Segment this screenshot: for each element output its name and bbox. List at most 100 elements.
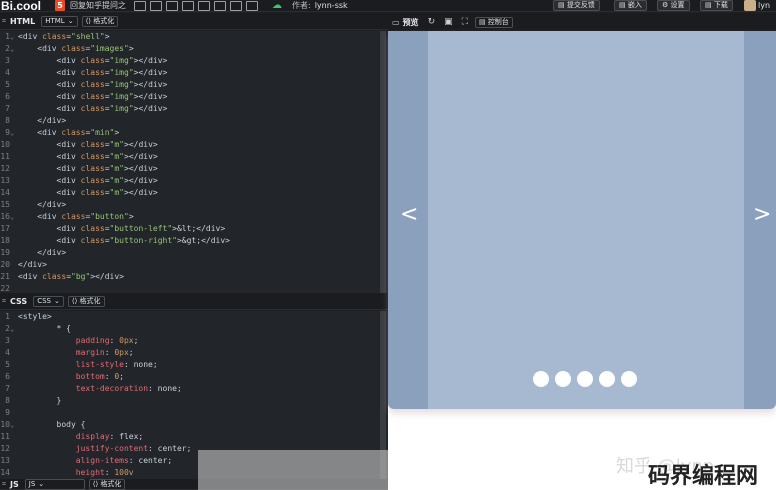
carousel-dot[interactable] <box>621 371 637 387</box>
line-number: 14 <box>0 468 10 477</box>
carousel-dot[interactable] <box>577 371 593 387</box>
embed-button[interactable]: ▤ 嵌入 <box>614 0 647 11</box>
code-line[interactable]: 19 </div> <box>0 247 380 259</box>
overlay-box <box>198 450 388 490</box>
line-number: 12 <box>0 444 10 453</box>
code-line[interactable]: 9⌄ <div class="min"> <box>0 127 380 139</box>
code-line[interactable]: 5 <div class="img"></div> <box>0 79 380 91</box>
screenshot-icon[interactable]: ▣ <box>444 17 453 27</box>
download-button[interactable]: ▤ 下载 <box>700 0 733 11</box>
fold-chevron-icon[interactable]: ⌄ <box>10 211 18 223</box>
author-name[interactable]: lynn-ssk <box>315 1 348 10</box>
code-line[interactable]: 16⌄ <div class="button"> <box>0 211 380 223</box>
html-editor-scrollbar[interactable] <box>380 31 386 293</box>
code-line[interactable]: 4 <div class="img"></div> <box>0 67 380 79</box>
layout-icon[interactable] <box>182 0 194 11</box>
carousel-slide <box>428 31 744 409</box>
carousel-dot[interactable] <box>555 371 571 387</box>
code-text: <div class="m"></div> <box>18 188 158 197</box>
app-logo[interactable]: Bi.cool <box>1 0 51 12</box>
layout-icon[interactable] <box>198 0 210 11</box>
code-line[interactable]: 20 </div> <box>0 259 380 271</box>
code-text: <div class="min"> <box>18 128 120 137</box>
fold-chevron-icon[interactable]: ⌄ <box>10 323 18 335</box>
code-line[interactable]: 7 text-decoration: none; <box>0 383 380 395</box>
code-line[interactable]: 2⌄ <div class="images"> <box>0 43 380 55</box>
user-name[interactable]: lyn <box>758 0 770 11</box>
settings-button-label: 设置 <box>670 1 685 9</box>
preview-frame: < > <box>388 31 776 490</box>
line-number: 7 <box>5 104 10 113</box>
fold-chevron-icon[interactable]: ⌄ <box>10 43 18 55</box>
carousel-dot[interactable] <box>533 371 549 387</box>
code-line[interactable]: 6 <div class="img"></div> <box>0 91 380 103</box>
line-number: 22 <box>0 284 10 293</box>
line-number: 10 <box>0 140 10 149</box>
layout-switcher <box>134 0 258 11</box>
fold-chevron-icon[interactable]: ⌄ <box>10 419 18 431</box>
line-number: 4 <box>5 348 10 357</box>
code-line[interactable]: 9 <box>0 407 380 419</box>
project-title[interactable]: 回复知乎提问之 <box>70 0 126 11</box>
layout-icon[interactable] <box>134 0 146 11</box>
fullscreen-icon[interactable]: ⛶ <box>462 17 468 27</box>
code-line[interactable]: 12 <div class="m"></div> <box>0 163 380 175</box>
top-bar: Bi.cool 5 回复知乎提问之 ☁ 作者: lynn-ssk ▤ 提交反馈 … <box>0 0 776 12</box>
code-line[interactable]: 8 </div> <box>0 115 380 127</box>
code-line[interactable]: 3 <div class="img"></div> <box>0 55 380 67</box>
code-line[interactable]: 11 <div class="m"></div> <box>0 151 380 163</box>
line-number: 14 <box>0 188 10 197</box>
code-line[interactable]: 2⌄ * { <box>0 323 380 335</box>
code-line[interactable]: 17 <div class="button-left">&lt;</div> <box>0 223 380 235</box>
carousel-prev-button[interactable]: < <box>400 203 418 227</box>
code-line[interactable]: 8 } <box>0 395 380 407</box>
code-line[interactable]: 10 <div class="m"></div> <box>0 139 380 151</box>
code-line[interactable]: 1⌄ <div class="shell"> <box>0 31 380 43</box>
line-number: 3 <box>5 56 10 65</box>
code-line[interactable]: 7 <div class="img"></div> <box>0 103 380 115</box>
code-line[interactable]: 13 <div class="m"></div> <box>0 175 380 187</box>
js-language-select[interactable]: JS ⌄ <box>24 478 85 490</box>
code-text: <div class="m"></div> <box>18 140 158 149</box>
line-number: 6 <box>5 372 10 381</box>
html-format-button[interactable]: ⟨⟩ 格式化 <box>81 15 119 27</box>
code-line[interactable]: 6 bottom: 0; <box>0 371 380 383</box>
layout-icon[interactable] <box>246 0 258 11</box>
line-number: 1 <box>5 32 10 41</box>
settings-button[interactable]: ⚙ 设置 <box>657 0 690 11</box>
code-line[interactable]: 18 <div class="button-right">&gt;</div> <box>0 235 380 247</box>
code-line[interactable]: 3 padding: 0px; <box>0 335 380 347</box>
line-number: 17 <box>0 224 10 233</box>
layout-icon[interactable] <box>214 0 226 11</box>
code-line[interactable]: 11 display: flex; <box>0 431 380 443</box>
feedback-button[interactable]: ▤ 提交反馈 <box>553 0 600 11</box>
code-text: bottom: 0; <box>75 372 124 381</box>
code-line[interactable]: 14 <div class="m"></div> <box>0 187 380 199</box>
layout-icon[interactable] <box>230 0 242 11</box>
code-line[interactable]: 5 list-style: none; <box>0 359 380 371</box>
code-line[interactable]: 10⌄ body { <box>0 419 380 431</box>
fold-chevron-icon[interactable]: ⌄ <box>10 127 18 139</box>
layout-icon[interactable] <box>150 0 162 11</box>
code-line[interactable]: 4 margin: 0px; <box>0 347 380 359</box>
fold-chevron-icon[interactable]: ⌄ <box>10 31 18 43</box>
css-format-button[interactable]: ⟨⟩ 格式化 <box>67 295 105 307</box>
html-code-editor[interactable]: 1⌄ <div class="shell"> 2⌄ <div class="imag… <box>0 31 388 293</box>
line-number: 9 <box>5 128 10 137</box>
feedback-button-label: 提交反馈 <box>566 1 595 9</box>
carousel-dot[interactable] <box>599 371 615 387</box>
console-button[interactable]: ▤ 控制台 <box>474 16 513 28</box>
code-line[interactable]: 21 <div class="bg"></div> <box>0 271 380 283</box>
refresh-icon[interactable]: ↻ <box>428 17 436 27</box>
code-line[interactable]: 15 </div> <box>0 199 380 211</box>
avatar[interactable] <box>744 0 756 11</box>
js-format-button[interactable]: ⟨⟩ 格式化 <box>88 478 126 490</box>
html-language-select[interactable]: HTML ⌄ <box>41 15 78 27</box>
layout-icon[interactable] <box>166 0 178 11</box>
css-language-select[interactable]: CSS ⌄ <box>33 295 64 307</box>
code-text: height: 100v <box>75 468 134 477</box>
carousel-next-button[interactable]: > <box>753 203 771 227</box>
code-line[interactable]: 22 <box>0 283 380 293</box>
code-line[interactable]: 1 <style> <box>0 311 380 323</box>
line-number: 21 <box>0 272 10 281</box>
